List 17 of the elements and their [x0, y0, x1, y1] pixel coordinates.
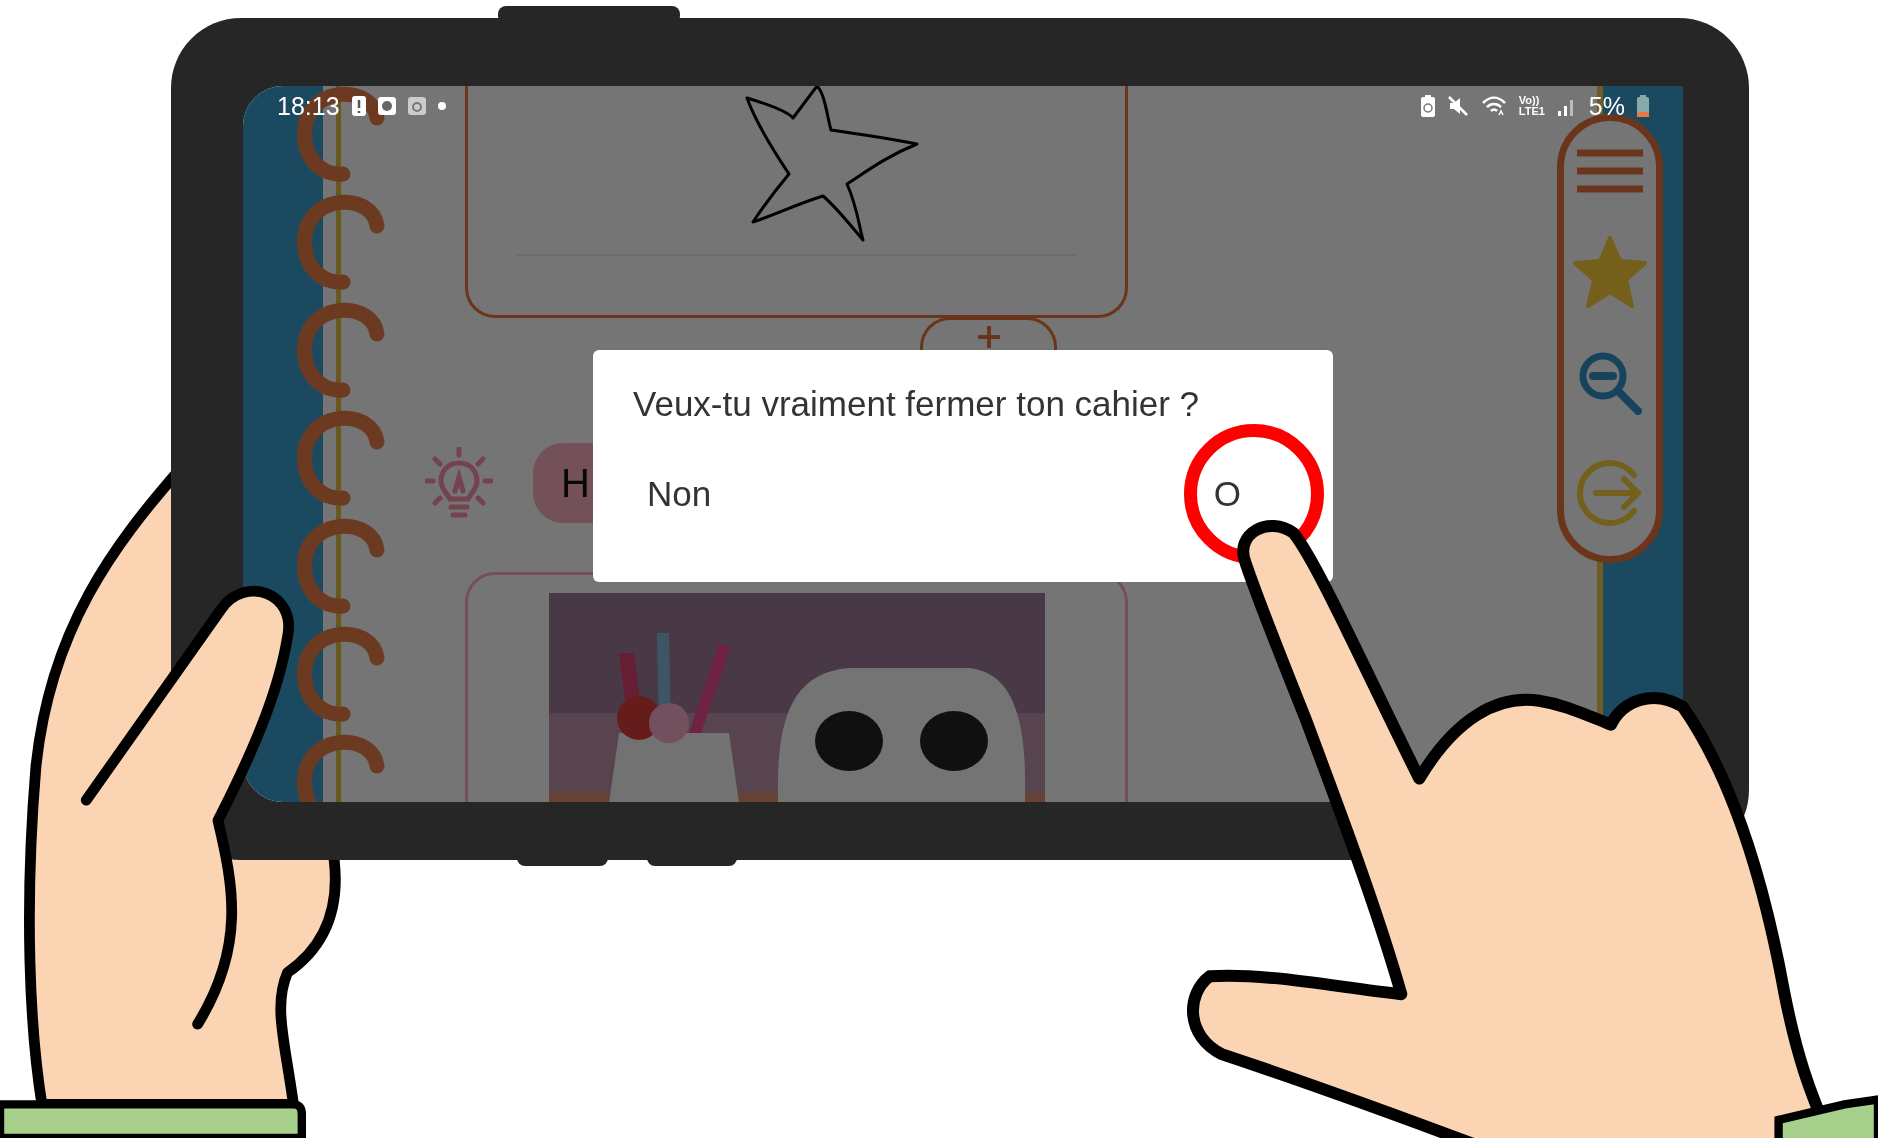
battery-percent: 5% [1588, 91, 1625, 121]
dot-icon [437, 102, 446, 110]
mute-icon [1446, 95, 1469, 117]
dialog-button[interactable]: Non [647, 474, 712, 514]
volte-label: Vo)) [1518, 95, 1540, 106]
network-label: LTE1 [1518, 106, 1545, 117]
wifi-icon [1480, 95, 1507, 117]
lightbulb-icon[interactable] [425, 447, 493, 519]
battery-icon [1637, 95, 1649, 117]
star-icon[interactable] [1573, 236, 1647, 309]
battery-saver-icon [1420, 95, 1435, 117]
plus-icon [977, 326, 1000, 348]
dialog-button[interactable]: O [1213, 474, 1241, 514]
dialog-message: Veux-tu vraiment fermer ton cahier ? [633, 384, 1201, 424]
zoom-out-icon[interactable] [1578, 350, 1642, 415]
status-time: 18:13 [277, 91, 340, 121]
menu-icon[interactable] [1577, 148, 1643, 195]
